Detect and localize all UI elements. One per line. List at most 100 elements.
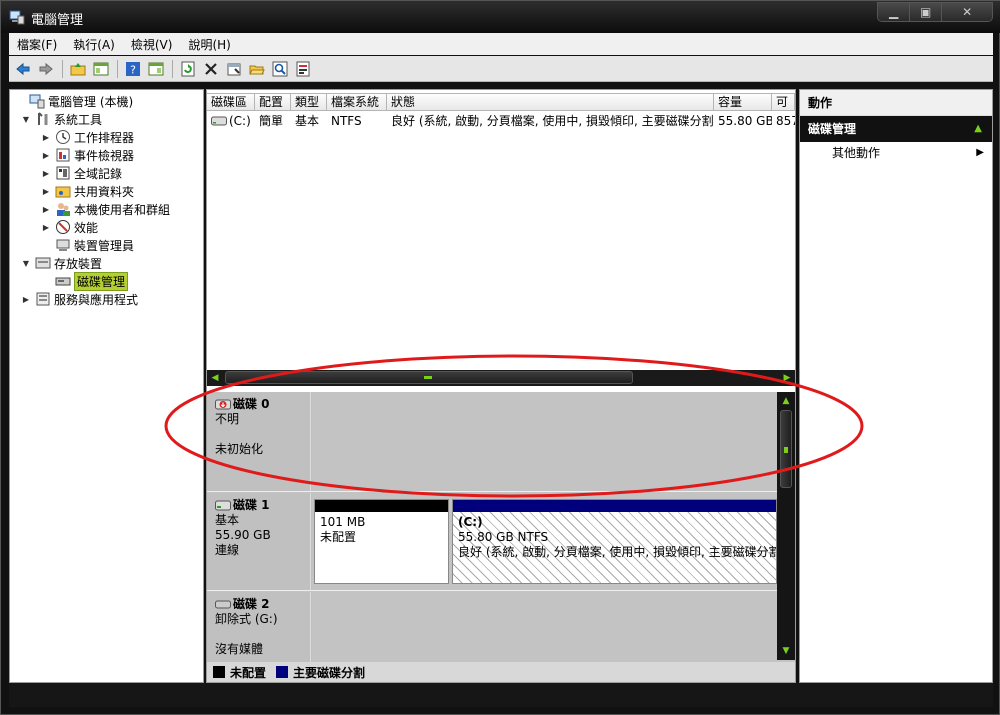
tree-item-label: 服務與應用程式 bbox=[54, 292, 139, 307]
disk-empty-area[interactable] bbox=[312, 592, 777, 662]
device-manager-icon bbox=[56, 239, 70, 251]
scroll-up-arrow-icon[interactable]: ▲ bbox=[779, 394, 793, 408]
horizontal-scroll-thumb[interactable] bbox=[225, 371, 633, 384]
tree-item-label: 系統工具 bbox=[54, 112, 103, 127]
help-button[interactable]: ? bbox=[122, 58, 144, 80]
collapse-up-icon[interactable]: ▲ bbox=[974, 116, 982, 142]
tree-item-label: 共用資料夾 bbox=[74, 184, 135, 199]
layout-cell: 簡單 bbox=[259, 114, 284, 128]
column-header-status[interactable]: 狀態 bbox=[387, 93, 714, 111]
delete-button[interactable] bbox=[200, 58, 222, 80]
tree-item-device-manager[interactable]: 裝置管理員 bbox=[40, 236, 134, 254]
shared-folder-icon bbox=[55, 186, 71, 198]
disk-error-icon bbox=[215, 399, 231, 410]
expand-arrow-icon[interactable]: ▶ bbox=[20, 295, 32, 304]
tree-item-computer-management[interactable]: 電腦管理 (本機) bbox=[14, 92, 133, 110]
menu-file[interactable]: 檔案(F) bbox=[9, 36, 65, 53]
up-one-level-button[interactable] bbox=[67, 58, 89, 80]
disk-info: 磁碟 1 基本 55.90 GB 連線 bbox=[207, 493, 311, 590]
actions-section-disk-management[interactable]: 磁碟管理 ▲ bbox=[800, 116, 992, 142]
expand-arrow-icon[interactable]: ▶ bbox=[40, 169, 52, 178]
status-bar bbox=[9, 683, 993, 707]
scroll-down-arrow-icon[interactable]: ▼ bbox=[779, 644, 793, 658]
column-header-free-space[interactable]: 可 bbox=[772, 93, 795, 111]
disk-unallocated-area[interactable] bbox=[312, 392, 777, 491]
tree-item-shared-folders[interactable]: ▶ 共用資料夾 bbox=[40, 182, 134, 200]
partition-c-drive[interactable]: (C:) 55.80 GB NTFS 良好 (系統, 啟動, 分頁檔案, 使用中… bbox=[452, 499, 777, 584]
window-controls: ▁ ▣ ✕ bbox=[877, 2, 993, 22]
expand-arrow-icon[interactable]: ▶ bbox=[40, 205, 52, 214]
actions-pane: 動作 磁碟管理 ▲ 其他動作 ▶ bbox=[799, 89, 993, 683]
navigation-tree: 電腦管理 (本機) ▼ 系統工具 ▶ 工作排程器 ▶ 事件檢視器 ▶ 全域記錄 … bbox=[9, 89, 204, 683]
tree-item-system-tools[interactable]: ▼ 系統工具 bbox=[20, 110, 102, 128]
properties-button[interactable] bbox=[223, 58, 245, 80]
tree-item-label: 工作排程器 bbox=[74, 130, 135, 145]
column-header-file-system[interactable]: 檔案系統 bbox=[327, 93, 387, 111]
scroll-left-arrow-icon[interactable]: ◀ bbox=[207, 370, 223, 386]
drive-icon bbox=[211, 116, 227, 126]
expand-arrow-icon[interactable]: ▶ bbox=[40, 223, 52, 232]
tree-item-storage[interactable]: ▼ 存放裝置 bbox=[20, 254, 102, 272]
disk-graph-view: 磁碟 0 不明 未初始化 磁碟 1 基本 55.90 GB 連線 101 MB … bbox=[207, 392, 795, 682]
more-actions-item[interactable]: 其他動作 ▶ bbox=[800, 142, 992, 164]
tree-item-local-users-groups[interactable]: ▶ 本機使用者和群組 bbox=[40, 200, 170, 218]
disk-management-icon bbox=[55, 277, 71, 286]
tree-item-performance[interactable]: ▶ 效能 bbox=[40, 218, 98, 236]
column-header-layout[interactable]: 配置 bbox=[255, 93, 291, 111]
settings-icon bbox=[296, 61, 310, 76]
tree-item-disk-management[interactable]: 磁碟管理 bbox=[40, 271, 129, 291]
menu-view[interactable]: 檢視(V) bbox=[123, 36, 181, 53]
horizontal-scrollbar[interactable]: ◀ ▶ bbox=[207, 370, 795, 386]
search-icon bbox=[272, 61, 288, 76]
partition-unallocated[interactable]: 101 MB 未配置 bbox=[314, 499, 449, 584]
disk-name: 磁碟 2 bbox=[233, 597, 270, 611]
disk-row[interactable]: 磁碟 0 不明 未初始化 bbox=[207, 392, 777, 492]
tree-item-event-viewer[interactable]: ▶ 事件檢視器 bbox=[40, 146, 134, 164]
computer-management-icon bbox=[9, 10, 25, 25]
menu-help[interactable]: 說明(H) bbox=[180, 36, 238, 53]
volume-cell: (C:) bbox=[207, 112, 255, 130]
event-viewer-icon bbox=[56, 148, 70, 162]
forward-button[interactable] bbox=[35, 58, 57, 80]
expand-arrow-icon[interactable]: ▶ bbox=[40, 187, 52, 196]
search-button[interactable] bbox=[269, 58, 291, 80]
collapse-arrow-icon[interactable]: ▼ bbox=[20, 259, 32, 268]
tree-item-label: 效能 bbox=[74, 220, 99, 235]
show-hide-action-pane-button[interactable] bbox=[145, 58, 167, 80]
refresh-button[interactable] bbox=[177, 58, 199, 80]
computer-management-window: 電腦管理 ▁ ▣ ✕ 檔案(F) 執行(A) 檢視(V) 說明(H) ? 電腦管… bbox=[0, 0, 1000, 715]
expand-arrow-icon[interactable]: ▶ bbox=[40, 151, 52, 160]
tree-item-task-scheduler[interactable]: ▶ 工作排程器 bbox=[40, 128, 134, 146]
partition-size: 101 MB bbox=[320, 515, 366, 529]
back-button[interactable] bbox=[12, 58, 34, 80]
show-hide-tree-button[interactable] bbox=[90, 58, 112, 80]
column-header-volume[interactable]: 磁碟區 bbox=[207, 93, 255, 111]
window-title: 電腦管理 bbox=[31, 13, 84, 28]
menu-action[interactable]: 執行(A) bbox=[65, 36, 123, 53]
maximize-button[interactable]: ▣ bbox=[910, 3, 943, 21]
column-header-capacity[interactable]: 容量 bbox=[714, 93, 772, 111]
disk-partitions: 101 MB 未配置 (C:) 55.80 GB NTFS 良好 (系統, 啟動… bbox=[312, 493, 777, 590]
table-row[interactable]: (C:) 簡單 基本 NTFS 良好 (系統, 啟動, 分頁檔案, 使用中, 損… bbox=[207, 112, 795, 130]
disk-row[interactable]: 磁碟 2 卸除式 (G:) 沒有媒體 bbox=[207, 592, 777, 662]
vertical-scroll-thumb[interactable] bbox=[780, 410, 792, 488]
disk-info: 磁碟 2 卸除式 (G:) 沒有媒體 bbox=[207, 592, 311, 662]
tree-item-services-applications[interactable]: ▶ 服務與應用程式 bbox=[20, 290, 138, 308]
minimize-button[interactable]: ▁ bbox=[878, 3, 911, 21]
computer-management-icon bbox=[29, 94, 45, 109]
scroll-right-arrow-icon[interactable]: ▶ bbox=[779, 370, 795, 386]
tree-item-global-log[interactable]: ▶ 全域記錄 bbox=[40, 164, 122, 182]
close-button[interactable]: ✕ bbox=[942, 3, 992, 21]
settings-button[interactable] bbox=[292, 58, 314, 80]
expand-arrow-icon[interactable]: ▶ bbox=[40, 133, 52, 142]
more-actions-label: 其他動作 bbox=[832, 146, 881, 160]
help-icon: ? bbox=[126, 61, 140, 76]
partition-status: 未配置 bbox=[320, 530, 357, 544]
column-header-type[interactable]: 類型 bbox=[291, 93, 327, 111]
collapse-arrow-icon[interactable]: ▼ bbox=[20, 115, 32, 124]
vertical-scrollbar[interactable]: ▲ ▼ bbox=[777, 392, 795, 660]
tree-item-label: 事件檢視器 bbox=[74, 148, 135, 163]
disk-row[interactable]: 磁碟 1 基本 55.90 GB 連線 101 MB 未配置 (C:) 55.8… bbox=[207, 493, 777, 591]
submenu-arrow-icon: ▶ bbox=[976, 147, 984, 158]
open-button[interactable] bbox=[246, 58, 268, 80]
